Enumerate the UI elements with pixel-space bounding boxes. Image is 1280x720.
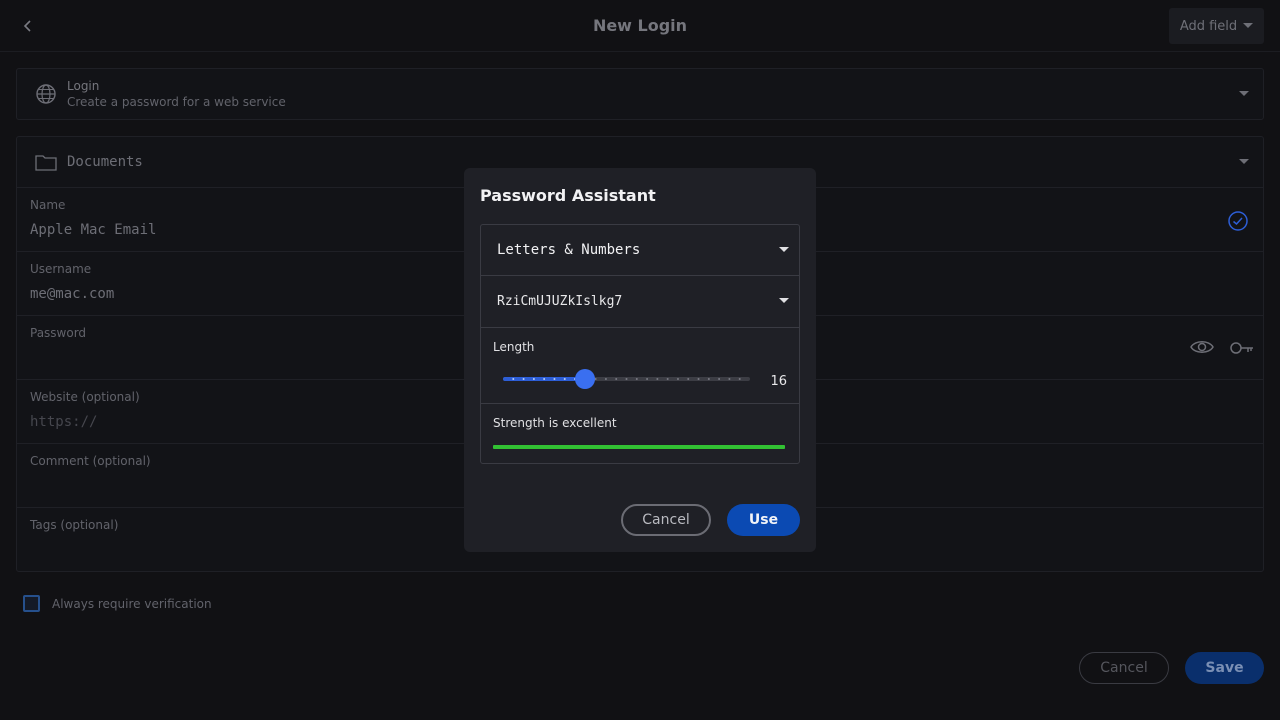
caret-down-icon xyxy=(1243,23,1254,28)
length-value: 16 xyxy=(770,374,787,389)
globe-icon xyxy=(36,84,56,104)
length-slider[interactable] xyxy=(503,369,750,389)
caret-down-icon xyxy=(1239,91,1249,96)
folder-icon xyxy=(35,155,57,171)
slider-tick xyxy=(707,378,710,380)
folder-name: Documents xyxy=(67,154,143,170)
strength-label: Strength is excellent xyxy=(493,416,617,430)
field-label: Username xyxy=(30,262,92,276)
dialog-cancel-button[interactable]: Cancel xyxy=(621,504,711,536)
password-assistant-dialog: Password Assistant Letters & Numbers Rzi… xyxy=(464,168,816,552)
slider-tick xyxy=(656,378,659,380)
generated-password-select[interactable]: RziCmUJUZkIslkg7 xyxy=(481,276,799,328)
eye-icon[interactable] xyxy=(1190,338,1214,356)
strength-indicator: Strength is excellent xyxy=(481,404,799,463)
cancel-button[interactable]: Cancel xyxy=(1079,652,1169,684)
key-icon[interactable] xyxy=(1230,340,1254,356)
slider-tick xyxy=(718,378,721,380)
strength-bar xyxy=(493,445,785,449)
verification-label: Always require verification xyxy=(52,596,212,611)
field-value: me@mac.com xyxy=(30,286,115,302)
password-options: Letters & Numbers RziCmUJUZkIslkg7 Lengt… xyxy=(480,224,800,464)
login-type-selector[interactable]: Login Create a password for a web servic… xyxy=(16,68,1264,120)
slider-tick xyxy=(553,378,556,380)
slider-tick xyxy=(697,378,700,380)
caret-down-icon xyxy=(1239,159,1249,164)
slider-tick xyxy=(635,378,638,380)
strength-bar-fill xyxy=(493,445,785,449)
add-field-button[interactable]: Add field xyxy=(1169,8,1264,44)
length-control: Length 16 xyxy=(481,328,799,404)
save-button[interactable]: Save xyxy=(1185,652,1264,684)
length-label: Length xyxy=(493,340,535,354)
use-password-button[interactable]: Use xyxy=(727,504,800,536)
verification-option: Always require verification xyxy=(23,595,212,612)
page-title: New Login xyxy=(592,16,688,35)
field-label: Tags (optional) xyxy=(30,518,119,532)
field-label: Comment (optional) xyxy=(30,454,151,468)
slider-tick xyxy=(563,378,566,380)
login-type-title: Login xyxy=(67,79,100,93)
password-type-select[interactable]: Letters & Numbers xyxy=(481,225,799,276)
slider-tick xyxy=(728,378,731,380)
slider-tick xyxy=(676,378,679,380)
login-type-subtitle: Create a password for a web service xyxy=(67,95,286,109)
dialog-title: Password Assistant xyxy=(480,186,656,205)
generated-password: RziCmUJUZkIslkg7 xyxy=(497,294,623,309)
slider-tick xyxy=(522,378,525,380)
field-placeholder: https:// xyxy=(30,414,98,430)
password-type-value: Letters & Numbers xyxy=(497,242,641,258)
slider-tick xyxy=(625,378,628,380)
slider-tick xyxy=(604,378,607,380)
slider-tick xyxy=(512,378,515,380)
slider-tick xyxy=(532,378,535,380)
slider-tick xyxy=(615,378,618,380)
slider-thumb[interactable] xyxy=(575,369,596,389)
field-label: Password xyxy=(30,326,87,340)
slider-ticks xyxy=(512,378,741,380)
slider-tick xyxy=(543,378,546,380)
caret-down-icon xyxy=(779,298,789,303)
field-label: Name xyxy=(30,198,66,212)
check-circle-icon xyxy=(1228,211,1248,231)
slider-tick xyxy=(687,378,690,380)
field-value: Apple Mac Email xyxy=(30,222,157,238)
field-label: Website (optional) xyxy=(30,390,140,404)
slider-tick xyxy=(666,378,669,380)
header-bar: New Login Add field xyxy=(0,0,1280,52)
verification-checkbox[interactable] xyxy=(23,595,40,612)
add-field-label: Add field xyxy=(1179,18,1238,34)
slider-tick xyxy=(646,378,649,380)
caret-down-icon xyxy=(779,247,789,252)
slider-tick xyxy=(738,378,741,380)
